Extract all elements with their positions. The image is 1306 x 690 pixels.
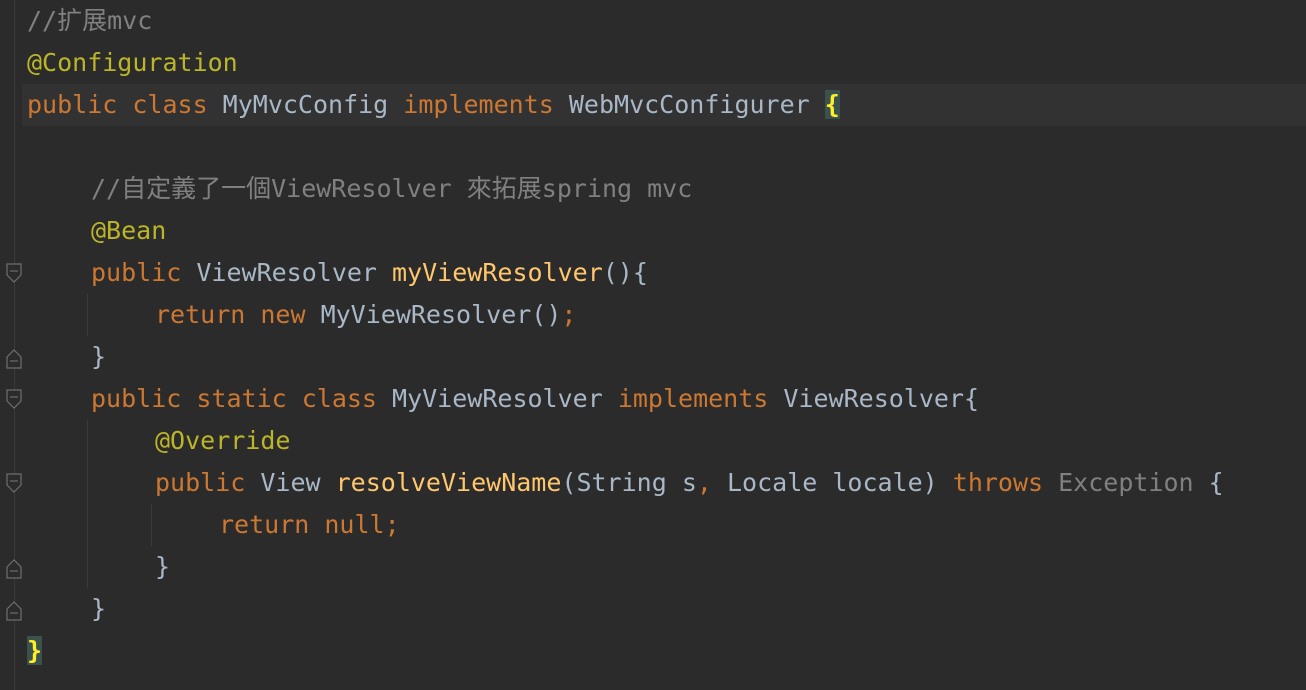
code-line[interactable]: @Override bbox=[155, 420, 290, 462]
code-editor[interactable]: //扩展mvc @Configuration public class MyMvcC… bbox=[0, 0, 1306, 690]
fold-expand-icon[interactable] bbox=[6, 262, 22, 284]
fold-end-icon[interactable] bbox=[6, 346, 22, 369]
code-token: throws bbox=[952, 468, 1059, 497]
code-token: Locale locale) bbox=[726, 468, 953, 497]
code-line[interactable]: return new MyViewResolver(); bbox=[155, 294, 576, 336]
code-token: resolveViewName bbox=[335, 468, 562, 497]
code-token: public static class bbox=[91, 384, 393, 413]
code-token: @Configuration bbox=[27, 48, 238, 77]
code-token: return null; bbox=[219, 510, 400, 539]
editor-gutter bbox=[0, 0, 22, 690]
code-token: } bbox=[91, 342, 107, 371]
code-line[interactable]: public ViewResolver myViewResolver(){ bbox=[91, 252, 648, 294]
indent-guide bbox=[151, 504, 152, 546]
code-line[interactable]: } bbox=[91, 588, 106, 630]
code-line[interactable]: public View resolveViewName(String s, Lo… bbox=[155, 462, 1224, 504]
code-token: //扩展mvc bbox=[27, 6, 153, 35]
code-token: ViewResolver{ bbox=[783, 384, 980, 413]
code-token: MyViewResolver() bbox=[320, 300, 562, 329]
code-token: MyMvcConfig bbox=[222, 90, 404, 119]
code-token: WebMvcConfigurer bbox=[568, 90, 825, 119]
code-token: ViewResolver bbox=[196, 258, 393, 287]
code-line[interactable]: } bbox=[155, 546, 170, 588]
matched-brace: { bbox=[824, 90, 840, 119]
code-line[interactable]: } bbox=[27, 630, 43, 672]
indent-guide bbox=[87, 420, 88, 588]
code-token: @Bean bbox=[91, 216, 167, 245]
fold-expand-icon[interactable] bbox=[6, 472, 22, 494]
code-token: (){ bbox=[602, 258, 648, 287]
code-token: Exception bbox=[1058, 468, 1209, 497]
code-token: public class bbox=[27, 90, 223, 119]
code-token: (String s bbox=[561, 468, 697, 497]
code-token: View bbox=[260, 468, 336, 497]
code-token: implements bbox=[403, 90, 569, 119]
fold-end-icon[interactable] bbox=[6, 556, 22, 579]
code-token: ; bbox=[561, 300, 577, 329]
code-line[interactable]: //扩展mvc bbox=[27, 0, 152, 42]
code-line[interactable]: public class MyMvcConfig implements WebM… bbox=[27, 84, 840, 126]
code-token: { bbox=[1208, 468, 1224, 497]
code-token: MyViewResolver bbox=[392, 384, 618, 413]
code-line[interactable]: public static class MyViewResolver imple… bbox=[91, 378, 979, 420]
code-line[interactable]: return null; bbox=[219, 504, 400, 546]
code-line[interactable]: @Bean bbox=[91, 210, 166, 252]
code-token: @Override bbox=[155, 426, 291, 455]
code-line[interactable]: } bbox=[91, 336, 106, 378]
gutter-divider bbox=[14, 0, 15, 690]
code-token: //自定義了一個ViewResolver 來拓展spring mvc bbox=[91, 174, 693, 203]
code-token: implements bbox=[617, 384, 784, 413]
code-token: myViewResolver bbox=[392, 258, 603, 287]
code-token: } bbox=[91, 594, 107, 623]
code-line[interactable]: //自定義了一個ViewResolver 來拓展spring mvc bbox=[91, 168, 692, 210]
code-token: public bbox=[91, 258, 197, 287]
code-token: return new bbox=[155, 300, 321, 329]
matched-brace: } bbox=[27, 636, 43, 665]
code-token: public bbox=[155, 468, 261, 497]
code-line[interactable]: @Configuration bbox=[27, 42, 238, 84]
code-token: } bbox=[155, 552, 171, 581]
indent-guide bbox=[87, 294, 88, 336]
fold-expand-icon[interactable] bbox=[6, 388, 22, 410]
fold-end-icon[interactable] bbox=[6, 598, 22, 621]
code-token: , bbox=[696, 468, 727, 497]
